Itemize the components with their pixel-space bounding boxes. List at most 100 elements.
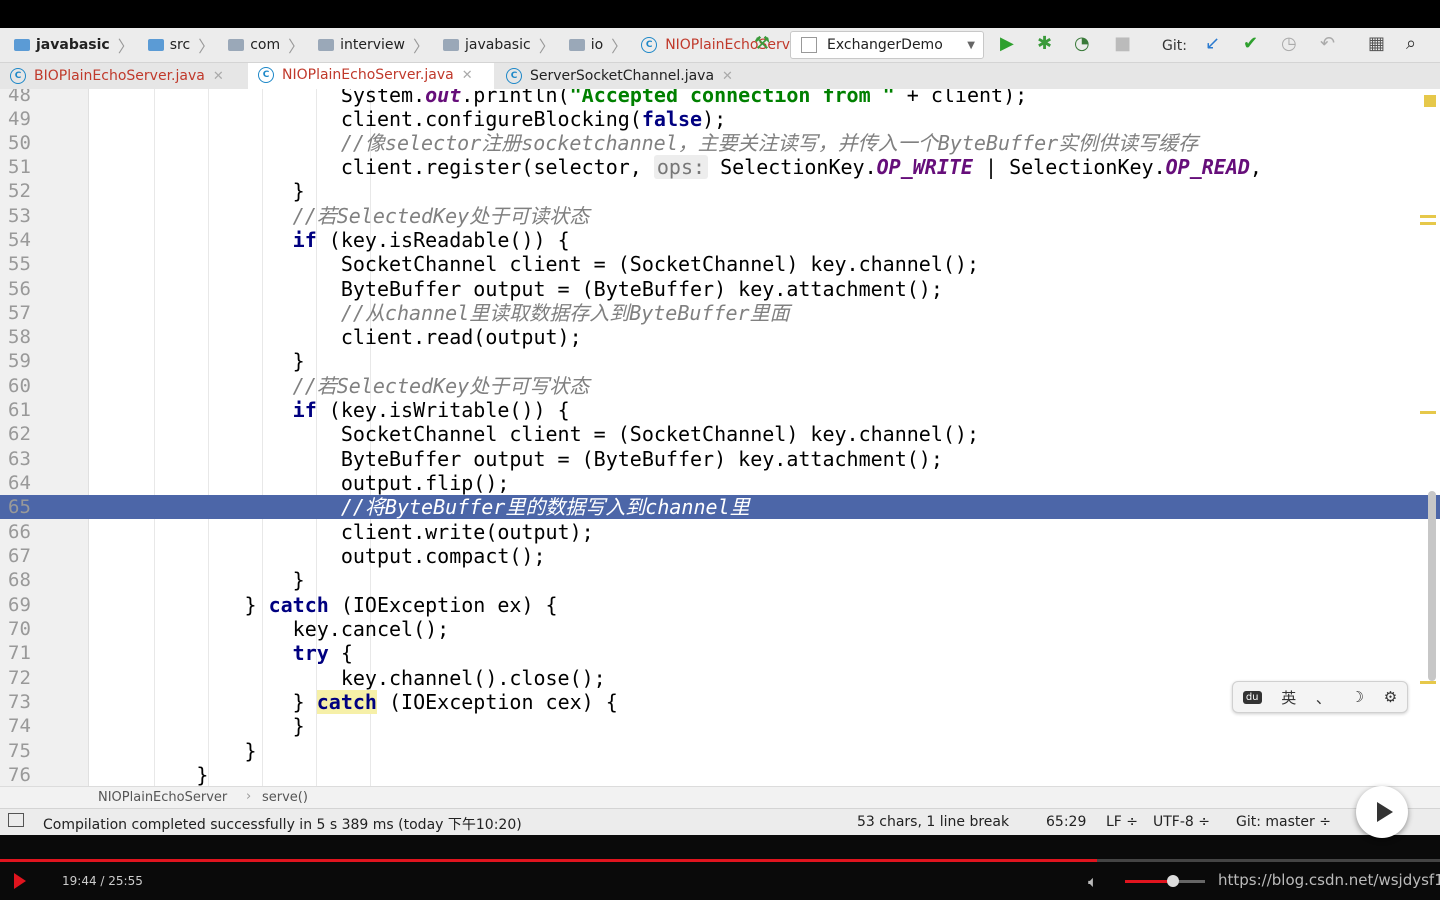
code-line: 66 client.write(output);: [8, 520, 594, 544]
code-line: 61 if (key.isWritable()) {: [8, 398, 570, 422]
play-icon[interactable]: [14, 873, 26, 889]
breadcrumb-interview[interactable]: interview 〉: [304, 33, 429, 57]
git-branch[interactable]: Git: master ÷: [1236, 814, 1331, 830]
code-line: 67 output.compact();: [8, 544, 546, 568]
code-line: 55 SocketChannel client = (SocketChannel…: [8, 252, 979, 276]
code-line: 56 ByteBuffer output = (ByteBuffer) key.…: [8, 277, 943, 301]
close-icon[interactable]: ✕: [462, 68, 473, 83]
ime-logo-icon[interactable]: du: [1242, 690, 1262, 704]
debug-icon[interactable]: ✱: [1037, 34, 1052, 54]
code-line: 74 }: [8, 714, 305, 738]
breadcrumb-class-name[interactable]: NIOPlainEchoServer: [98, 790, 227, 805]
stop-icon[interactable]: ■: [1114, 34, 1131, 54]
chevron-down-icon: ▼: [967, 39, 975, 51]
package-icon: [228, 39, 245, 51]
file-encoding[interactable]: UTF-8 ÷: [1153, 814, 1210, 830]
code-line: 68 }: [8, 568, 305, 592]
breadcrumb-method[interactable]: serve(): [262, 790, 308, 805]
class-icon: C: [10, 68, 26, 84]
breadcrumb-io[interactable]: io 〉: [555, 33, 627, 57]
package-icon: [443, 39, 459, 51]
code-line: 57 //从channel里读取数据存入到ByteBuffer里面: [8, 301, 790, 325]
code-line: 62 SocketChannel client = (SocketChannel…: [8, 422, 979, 446]
breadcrumb-com[interactable]: com 〉: [214, 33, 304, 57]
error-stripe-mark[interactable]: [1420, 681, 1436, 684]
tab-serversocketchannel[interactable]: C ServerSocketChannel.java ✕: [496, 63, 754, 89]
code-editor[interactable]: 48 System.out.println("Accepted connecti…: [0, 89, 1440, 786]
code-line: 60 //若SelectedKey处于可写状态: [8, 374, 590, 398]
history-icon[interactable]: ◷: [1281, 34, 1297, 54]
revert-icon[interactable]: ↶: [1320, 34, 1335, 54]
breadcrumb-javabasic[interactable]: javabasic 〉: [0, 33, 134, 57]
code-line: 71 try {: [8, 641, 353, 665]
error-stripe-mark[interactable]: [1420, 215, 1436, 218]
build-icon[interactable]: ⚒: [754, 34, 770, 54]
run-icon[interactable]: ▶: [1000, 34, 1014, 54]
code-line: 49 client.configureBlocking(false);: [8, 107, 727, 131]
code-line: 48 System.out.println("Accepted connecti…: [8, 89, 1028, 107]
editor-breadcrumb: NIOPlainEchoServer › serve(): [0, 786, 1440, 809]
code-line: 72 key.channel().close();: [8, 666, 606, 690]
code-line: 50 //像selector注册socketchannel，主要关注读写，并传入…: [8, 131, 1199, 155]
volume-slider[interactable]: [1125, 875, 1205, 887]
progress-fill: [0, 859, 1098, 862]
breadcrumb-javabasic-pkg[interactable]: javabasic 〉: [429, 33, 555, 57]
selection-info: 53 chars, 1 line break: [857, 814, 1010, 830]
run-configuration-select[interactable]: ExchangerDemo ▼: [790, 31, 984, 59]
error-stripe-mark[interactable]: [1420, 222, 1436, 225]
code-line: 64 output.flip();: [8, 471, 510, 495]
project-structure-icon[interactable]: ▦: [1368, 34, 1385, 54]
config-icon: [801, 37, 817, 53]
code-line: 69 } catch (IOException ex) {: [8, 593, 558, 617]
code-line: 75 }: [8, 739, 257, 763]
tab-bioplainechoserver[interactable]: C BIOPlainEchoServer.java ✕: [0, 63, 246, 89]
git-label: Git:: [1162, 38, 1187, 54]
git-commit-icon[interactable]: ✔: [1243, 34, 1258, 54]
code-line: 58 client.read(output);: [8, 325, 582, 349]
volume-knob[interactable]: [1167, 875, 1179, 887]
git-update-icon[interactable]: ↙: [1205, 34, 1220, 54]
code-line: 53 //若SelectedKey处于可读状态: [8, 204, 590, 228]
code-line: 70 key.cancel();: [8, 617, 450, 641]
folder-icon: [147, 39, 164, 51]
code-line: 63 ByteBuffer output = (ByteBuffer) key.…: [8, 447, 943, 471]
parameter-hint: ops:: [653, 155, 709, 179]
video-player-controls: 19:44 / 25:55 🔈︎ https://blog.csdn.net/w…: [0, 835, 1440, 900]
navigation-bar: javabasic 〉 src 〉 com 〉 interview 〉 javabasi…: [0, 28, 1440, 63]
editor-tabs: C BIOPlainEchoServer.java ✕ C NIOPlainEchoS…: [0, 63, 1440, 90]
gear-icon[interactable]: ⚙: [1384, 688, 1397, 706]
play-button[interactable]: [1356, 786, 1408, 838]
package-icon: [568, 39, 585, 51]
code-line: 59 }: [8, 349, 305, 373]
code-line: 73 } catch (IOException cex) {: [8, 690, 618, 714]
close-icon[interactable]: ✕: [722, 69, 733, 84]
vertical-scrollbar[interactable]: [1428, 491, 1436, 681]
line-separator[interactable]: LF ÷: [1106, 814, 1138, 830]
moon-icon[interactable]: ☽: [1351, 688, 1364, 706]
analysis-marker[interactable]: [1424, 95, 1436, 107]
error-stripe-mark[interactable]: [1420, 411, 1436, 414]
volume-icon[interactable]: 🔈︎: [1088, 872, 1098, 892]
watermark-url: https://blog.csdn.net/wsjdysf1: [1218, 871, 1440, 889]
status-bar: Compilation completed successfully in 5 …: [0, 808, 1440, 836]
search-icon[interactable]: ⌕: [1406, 34, 1416, 54]
caret-position[interactable]: 65:29: [1046, 814, 1086, 830]
code-line: 52 }: [8, 179, 305, 203]
top-black-bar: [0, 0, 1440, 28]
punctuation-icon[interactable]: 、: [1316, 687, 1331, 708]
code-line: 51 client.register(selector, ops: Select…: [8, 155, 1262, 179]
ime-toolbar[interactable]: du 英 、 ☽ ⚙: [1232, 681, 1408, 713]
class-icon: C: [258, 67, 274, 83]
current-line-highlight: 65 //将ByteBuffer里的数据写入到channel里: [0, 495, 1440, 519]
class-icon: C: [641, 37, 658, 53]
class-icon: C: [506, 68, 522, 84]
tool-window-icon[interactable]: [8, 813, 24, 827]
package-icon: [318, 39, 335, 51]
coverage-icon[interactable]: ◔: [1074, 34, 1090, 54]
tab-nioplainechoserver[interactable]: C NIOPlainEchoServer.java ✕: [248, 63, 494, 89]
status-message: Compilation completed successfully in 5 …: [43, 817, 522, 833]
playback-time: 19:44 / 25:55: [62, 874, 143, 888]
breadcrumb-src[interactable]: src 〉: [134, 33, 214, 57]
close-icon[interactable]: ✕: [213, 69, 224, 84]
ime-language-toggle[interactable]: 英: [1281, 687, 1296, 708]
